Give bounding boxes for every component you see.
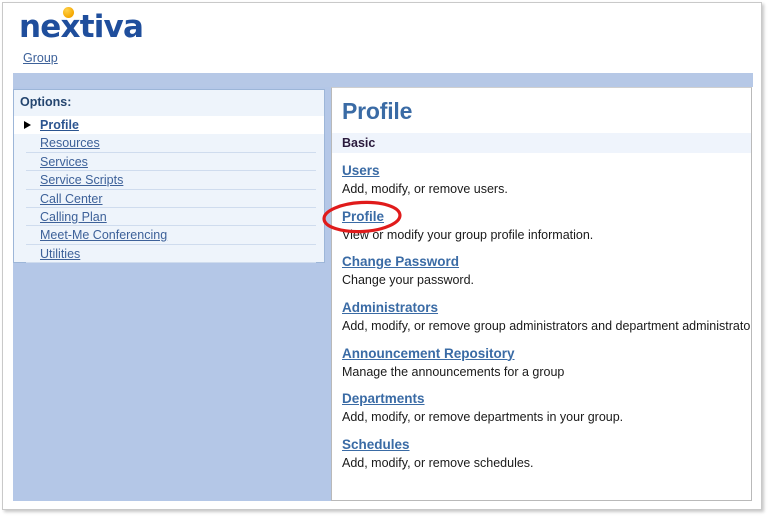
sidebar-item-label[interactable]: Resources: [40, 134, 100, 152]
entry-description: View or modify your group profile inform…: [342, 227, 594, 242]
sidebar-item-label[interactable]: Services: [40, 153, 88, 171]
application-page: nextiva Group Options: Profile Resources S…: [2, 2, 762, 510]
sidebar-item-label[interactable]: Meet-Me Conferencing: [40, 226, 167, 244]
entry-description: Manage the announcements for a group: [342, 364, 565, 379]
profile-entry: Users Add, modify, or remove users.: [342, 162, 741, 198]
entry-link-users[interactable]: Users: [342, 163, 380, 180]
sidebar-item-label[interactable]: Calling Plan: [40, 208, 107, 226]
entry-link-departments[interactable]: Departments: [342, 391, 425, 408]
sidebar-item-utilities[interactable]: Utilities: [14, 245, 324, 264]
sidebar-item-meet-me-conferencing[interactable]: Meet-Me Conferencing: [14, 226, 324, 245]
entry-link-change-password[interactable]: Change Password: [342, 254, 459, 271]
entry-link-announcement-repository[interactable]: Announcement Repository: [342, 346, 515, 363]
profile-entry: Profile View or modify your group profile…: [342, 208, 741, 244]
sidebar-item-call-center[interactable]: Call Center: [14, 190, 324, 208]
entry-description: Change your password.: [342, 273, 475, 288]
nextiva-logo: nextiva: [19, 7, 144, 45]
profile-entry: Change Password Change your password.: [342, 253, 741, 289]
sidebar-item-service-scripts[interactable]: Service Scripts: [14, 171, 324, 190]
entry-description: Add, modify, or remove users.: [342, 182, 508, 196]
options-title: Options:: [20, 95, 72, 109]
logo-wordmark: nextiva: [19, 9, 144, 45]
section-header-basic: Basic: [332, 133, 751, 153]
main-content-panel: Profile Basic Users Add, modify, or remov…: [331, 87, 752, 501]
sidebar-item-resources[interactable]: Resources: [14, 134, 324, 153]
page-header: nextiva Group: [3, 3, 761, 73]
group-context-link[interactable]: Group: [23, 51, 58, 65]
sidebar-item-calling-plan[interactable]: Calling Plan: [14, 208, 324, 227]
sidebar-item-label[interactable]: Utilities: [40, 245, 80, 263]
options-panel: Options: Profile Resources Services Service…: [13, 89, 325, 264]
page-title: Profile: [342, 98, 413, 124]
selected-arrow-icon: [24, 121, 31, 129]
profile-entry: Announcement Repository Manage the announ…: [342, 345, 741, 381]
profile-entry-list: Users Add, modify, or remove users. Profil…: [332, 153, 751, 471]
entry-description: Add, modify, or remove group administrat…: [342, 318, 752, 333]
entry-description: Add, modify, or remove departments in yo…: [342, 410, 624, 425]
profile-entry: Schedules Add, modify, or remove schedule…: [342, 436, 741, 472]
header-divider-band: [13, 73, 753, 87]
sidebar-item-label[interactable]: Call Center: [40, 190, 103, 208]
list-divider: [26, 262, 316, 264]
sidebar-item-label[interactable]: Profile: [40, 116, 79, 134]
options-list: Profile Resources Services Service Scripts C…: [14, 116, 324, 264]
sidebar-item-services[interactable]: Services: [14, 153, 324, 172]
profile-entry: Departments Add, modify, or remove depart…: [342, 390, 741, 426]
sidebar-item-label[interactable]: Service Scripts: [40, 171, 123, 189]
entry-link-schedules[interactable]: Schedules: [342, 437, 410, 454]
entry-link-profile[interactable]: Profile: [342, 209, 384, 226]
logo-dot-icon: [63, 7, 74, 18]
entry-description: Add, modify, or remove schedules.: [342, 455, 534, 470]
entry-link-administrators[interactable]: Administrators: [342, 300, 438, 317]
profile-entry: Administrators Add, modify, or remove gro…: [342, 299, 752, 335]
sidebar-item-profile[interactable]: Profile: [14, 116, 324, 135]
